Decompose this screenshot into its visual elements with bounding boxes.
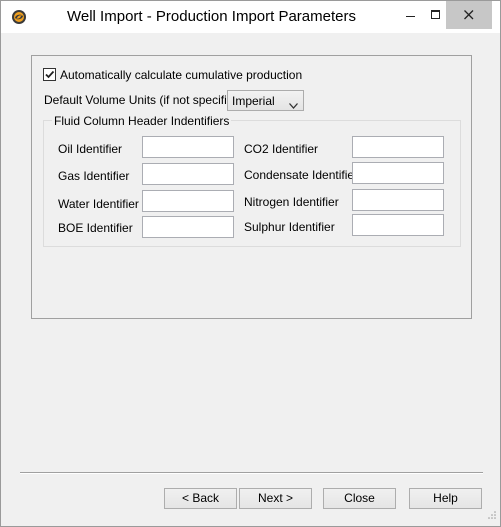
oil-identifier-label: Oil Identifier — [58, 142, 123, 156]
next-button[interactable]: Next > — [239, 488, 312, 509]
checkmark-icon — [45, 70, 55, 79]
close-button[interactable]: Close — [323, 488, 396, 509]
boe-identifier-input[interactable] — [142, 216, 234, 238]
close-window-button[interactable] — [446, 1, 492, 29]
default-units-dropdown[interactable]: Imperial — [227, 90, 304, 111]
dialog-window: Well Import - Production Import Paramete… — [0, 0, 501, 527]
fluid-identifiers-title: Fluid Column Header Indentifiers — [52, 114, 232, 128]
sulphur-identifier-label: Sulphur Identifier — [244, 220, 335, 234]
auto-cumulative-checkbox[interactable] — [43, 68, 56, 81]
co2-identifier-input[interactable] — [352, 136, 444, 158]
sulphur-identifier-input[interactable] — [352, 214, 444, 236]
nitrogen-identifier-label: Nitrogen Identifier — [244, 195, 339, 209]
condensate-identifier-label: Condensate Identifier — [244, 168, 359, 182]
window-title: Well Import - Production Import Paramete… — [67, 8, 356, 25]
water-identifier-input[interactable] — [142, 190, 234, 212]
chevron-down-icon — [289, 98, 298, 112]
oil-identifier-input[interactable] — [142, 136, 234, 158]
help-button[interactable]: Help — [409, 488, 482, 509]
default-units-value: Imperial — [232, 94, 275, 108]
auto-cumulative-label[interactable]: Automatically calculate cumulative produ… — [60, 68, 302, 82]
resize-grip-icon[interactable] — [487, 509, 497, 523]
water-identifier-label: Water Identifier — [58, 197, 139, 211]
nitrogen-identifier-input[interactable] — [352, 189, 444, 211]
condensate-identifier-input[interactable] — [352, 162, 444, 184]
gas-identifier-label: Gas Identifier — [58, 169, 130, 183]
co2-identifier-label: CO2 Identifier — [244, 142, 319, 156]
gas-identifier-input[interactable] — [142, 163, 234, 185]
swirl-logo-icon — [11, 9, 27, 25]
footer-separator — [20, 472, 483, 474]
default-units-label: Default Volume Units (if not specified) — [44, 93, 245, 107]
title-bar[interactable]: Well Import - Production Import Paramete… — [1, 1, 500, 33]
back-button[interactable]: < Back — [164, 488, 237, 509]
boe-identifier-label: BOE Identifier — [58, 221, 133, 235]
